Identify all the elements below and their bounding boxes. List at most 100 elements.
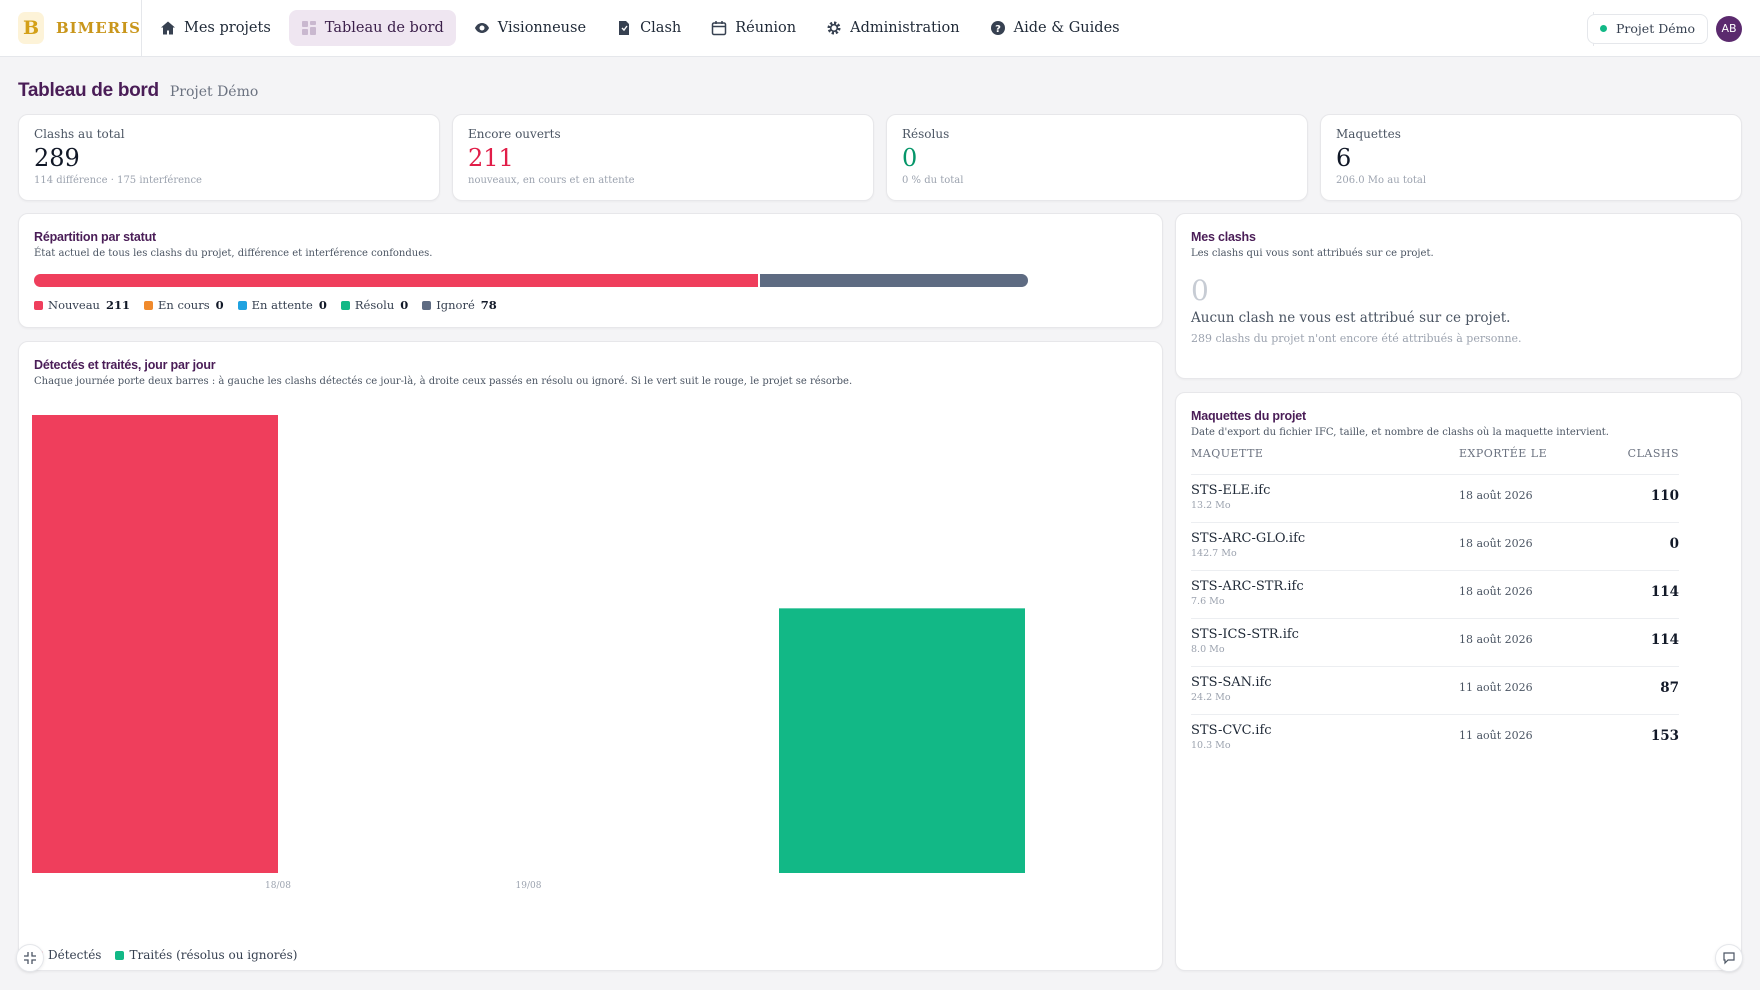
project-status-dot [1600, 25, 1608, 32]
table-row[interactable]: STS-ELE.ifc 13.2 Mo 18 août 2026 110 [1191, 474, 1679, 522]
nav-label: Mes projets [184, 20, 271, 36]
model-size: 13.2 Mo [1191, 500, 1231, 511]
model-clash-count: 114 [1650, 632, 1679, 648]
topbar-right: Projet Démo AB [1587, 0, 1742, 57]
model-name: STS-ARC-GLO.ifc [1191, 531, 1306, 546]
status-segment-nouveau [34, 274, 760, 287]
table-row[interactable]: STS-SAN.ifc 24.2 Mo 11 août 2026 87 [1191, 666, 1679, 714]
legend-count: 0 [215, 298, 224, 312]
model-clash-count: 153 [1650, 728, 1679, 744]
column-header-exportee[interactable]: EXPORTÉE LE [1459, 447, 1547, 460]
main-nav: Mes projets Tableau de bord Visionneuse … [142, 10, 1132, 46]
card-description: Date d'export du fichier IFC, taille, et… [1191, 427, 1609, 438]
column-header-clashs[interactable]: CLASHS [1628, 447, 1679, 460]
model-name: STS-ARC-STR.ifc [1191, 579, 1304, 594]
stat-label: Encore ouverts [468, 127, 561, 141]
nav-item-reunion[interactable]: Réunion [699, 10, 808, 46]
table-row[interactable]: STS-CVC.ifc 10.3 Mo 11 août 2026 153 [1191, 714, 1679, 762]
legend-item-resolu: Résolu 0 [340, 298, 408, 312]
stat-label: Maquettes [1336, 127, 1401, 141]
daily-chart-card: Détectés et traités, jour par jour Chaqu… [18, 341, 1163, 971]
calendar-icon [711, 20, 727, 36]
page-title: Tableau de bord [18, 80, 159, 101]
brand-logo: B [18, 12, 44, 44]
legend-item-en-attente: En attente 0 [237, 298, 327, 312]
model-export-date: 18 août 2026 [1459, 537, 1533, 550]
table-row[interactable]: STS-ICS-STR.ifc 8.0 Mo 18 août 2026 114 [1191, 618, 1679, 666]
card-title: Mes clashs [1191, 230, 1256, 244]
nav-item-mes-projets[interactable]: Mes projets [148, 10, 283, 46]
stat-value: 211 [468, 144, 514, 172]
model-name: STS-ICS-STR.ifc [1191, 627, 1299, 642]
chat-icon [1722, 951, 1736, 965]
legend-swatch [34, 300, 43, 310]
legend-count: 78 [480, 298, 497, 312]
chat-button[interactable] [1715, 944, 1743, 972]
legend-count: 0 [318, 298, 327, 312]
stat-card-open: Encore ouverts 211 nouveaux, en cours et… [452, 114, 874, 201]
model-name: STS-SAN.ifc [1191, 675, 1272, 690]
bar-19-08-traites[interactable] [779, 608, 1025, 873]
model-name: STS-ELE.ifc [1191, 483, 1271, 498]
legend-item-ignore: Ignoré 78 [422, 298, 497, 312]
collapse-button[interactable] [16, 944, 44, 972]
card-description: Les clashs qui vous sont attribués sur c… [1191, 248, 1434, 259]
bar-18-08-detectes[interactable] [32, 415, 278, 873]
card-title: Détectés et traités, jour par jour [34, 358, 216, 372]
top-navigation-bar: B BIMERIS Mes projets Tableau de bord Vi… [0, 0, 1760, 57]
legend-label: Détectés [48, 948, 102, 962]
x-tick-label: 18/08 [265, 881, 291, 891]
legend-label: Nouveau [48, 298, 100, 312]
table-row[interactable]: STS-ARC-STR.ifc 7.6 Mo 18 août 2026 114 [1191, 570, 1679, 618]
nav-item-administration[interactable]: Administration [814, 10, 972, 46]
brand[interactable]: B BIMERIS [0, 0, 142, 57]
stat-note: 0 % du total [902, 175, 964, 186]
stat-card-resolved: Résolus 0 0 % du total [886, 114, 1308, 201]
column-header-maquette[interactable]: MAQUETTE [1191, 447, 1263, 460]
project-selector[interactable]: Projet Démo [1587, 13, 1708, 44]
legend-item-nouveau: Nouveau 211 [34, 298, 130, 312]
status-progress-bar [34, 274, 1028, 287]
nav-item-clash[interactable]: Clash [604, 10, 693, 46]
my-clashes-count: 0 [1191, 274, 1209, 307]
model-export-date: 18 août 2026 [1459, 489, 1533, 502]
model-size: 142.7 Mo [1191, 548, 1237, 559]
svg-text:?: ? [995, 24, 1001, 35]
eye-icon [474, 20, 490, 36]
status-legend: Nouveau 211 En cours 0 En attente 0 Réso… [34, 298, 511, 312]
brand-name: BIMERIS [55, 19, 141, 37]
stat-label: Clashs au total [34, 127, 125, 141]
nav-item-tableau-de-bord[interactable]: Tableau de bord [288, 10, 456, 46]
table-row[interactable]: STS-ARC-GLO.ifc 142.7 Mo 18 août 2026 0 [1191, 522, 1679, 570]
stat-value: 0 [902, 144, 918, 172]
stat-card-total: Clashs au total 289 114 différence · 175… [18, 114, 440, 201]
legend-label: En attente [251, 298, 313, 312]
nav-label: Administration [850, 20, 960, 36]
dashboard-icon [301, 20, 317, 36]
legend-swatch [340, 300, 350, 310]
stat-card-models: Maquettes 6 206.0 Mo au total [1320, 114, 1742, 201]
legend-swatch [237, 300, 247, 310]
legend-count: 211 [105, 298, 130, 312]
model-size: 24.2 Mo [1191, 692, 1231, 703]
legend-label: En cours [157, 298, 210, 312]
legend-label: Traités (résolus ou ignorés) [129, 948, 298, 962]
stat-note: 114 différence · 175 interférence [34, 175, 202, 186]
empty-state-message: Aucun clash ne vous est attribué sur ce … [1191, 310, 1511, 326]
nav-item-aide-guides[interactable]: ? Aide & Guides [978, 10, 1132, 46]
nav-label: Clash [640, 20, 682, 36]
file-icon [616, 20, 632, 36]
nav-item-visionneuse[interactable]: Visionneuse [462, 10, 598, 46]
nav-label: Visionneuse [497, 20, 587, 36]
page-subtitle: Projet Démo [169, 84, 259, 100]
model-clash-count: 114 [1650, 584, 1679, 600]
avatar[interactable]: AB [1716, 15, 1742, 42]
chart-legend: Détectés Traités (résolus ou ignorés) [34, 948, 311, 962]
card-title: Répartition par statut [34, 230, 156, 244]
model-clash-count: 87 [1660, 680, 1679, 696]
nav-label: Réunion [735, 20, 797, 36]
legend-label: Résolu [354, 298, 395, 312]
card-description: État actuel de tous les clashs du projet… [34, 248, 433, 259]
stat-value: 289 [34, 144, 80, 172]
project-name: Projet Démo [1616, 21, 1695, 36]
